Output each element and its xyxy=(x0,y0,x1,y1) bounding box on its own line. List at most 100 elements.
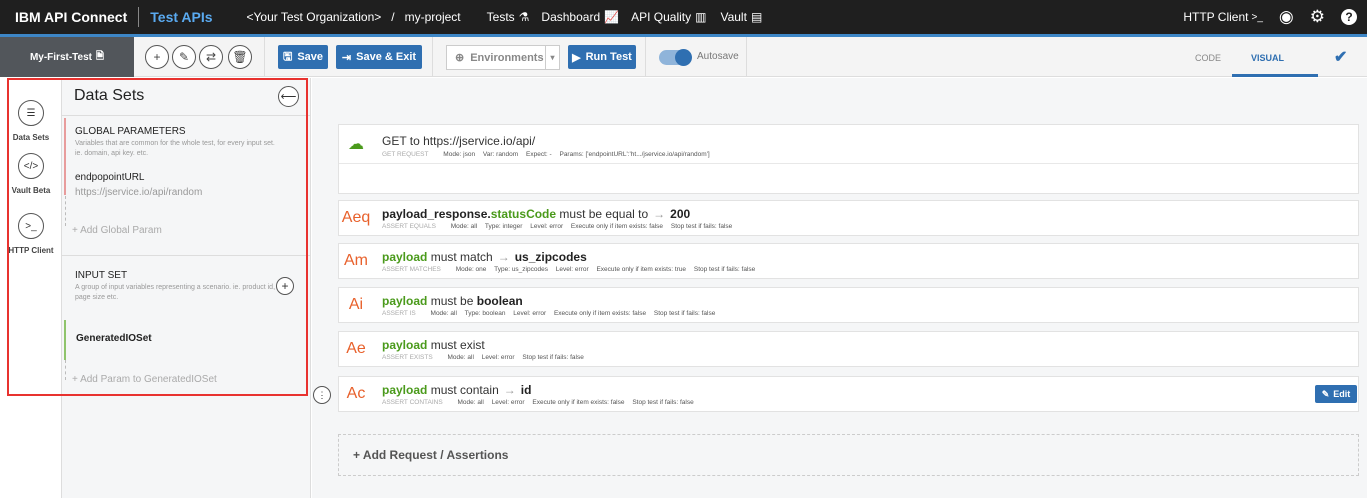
assert-exists-icon: Ae xyxy=(346,340,366,357)
assert-is-icon: Ai xyxy=(348,296,364,313)
arrow-right-icon: → xyxy=(653,207,666,221)
autosave-toggle[interactable] xyxy=(659,49,692,66)
swap-steps-button[interactable]: ⇄ xyxy=(199,45,223,69)
active-tab-indicator xyxy=(1232,74,1318,77)
list-icon: ☰ xyxy=(18,100,44,126)
editor-toolbar: My-First-Test 🗎 + ✎ ⇄ 🗑 🖫 Save ⇥ Save & Ex… xyxy=(0,37,1367,77)
help-icon[interactable]: ? xyxy=(1341,9,1357,25)
assertion-card-is[interactable]: Ai payload must be boolean ASSERT IS Mod… xyxy=(338,287,1359,323)
global-params-heading: GLOBAL PARAMETERS xyxy=(75,126,186,137)
assertion-meta: ASSERT EXISTS Mode: all Level: error Sto… xyxy=(382,354,584,361)
user-icon[interactable]: ◉ xyxy=(1279,7,1294,27)
assertion-card-matches[interactable]: Am payload must match → us_zipcodes ASSERT… xyxy=(338,243,1359,279)
rail-item-http-client[interactable]: >_ HTTP Client xyxy=(0,213,62,255)
arrow-left-icon: ⟵ xyxy=(280,91,297,103)
terminal-icon: >_ xyxy=(1251,11,1263,23)
input-set-description: A group of input variables representing … xyxy=(75,284,276,301)
assertion-meta: ASSERT MATCHES Mode: one Type: us_zipcod… xyxy=(382,266,756,273)
add-step-button[interactable]: + xyxy=(145,45,169,69)
add-global-param-link[interactable]: + Add Global Param xyxy=(72,225,162,236)
check-icon[interactable]: ✔ xyxy=(1334,47,1347,67)
visual-editor-canvas: ☁ GET to https://jservice.io/api/ GET RE… xyxy=(312,78,1367,498)
trash-icon: 🗑 xyxy=(232,50,248,64)
brand-divider xyxy=(138,7,140,27)
environments-select[interactable]: ⊕ Environments ▾ xyxy=(446,45,560,70)
edit-button[interactable]: ✎ Edit xyxy=(1315,385,1357,403)
assertion-meta: ASSERT CONTAINS Mode: all Level: error E… xyxy=(382,399,694,406)
divider xyxy=(62,115,311,116)
add-request-assertions-button[interactable]: + Add Request / Assertions xyxy=(338,434,1359,476)
nav-api-quality[interactable]: API Quality ▥ xyxy=(631,10,706,24)
section-accent-bar xyxy=(64,118,66,195)
collapse-panel-button[interactable]: ⟵ xyxy=(278,86,299,107)
global-param-key[interactable]: endpopointURL xyxy=(75,172,145,183)
global-param-value[interactable]: https://jservice.io/api/random xyxy=(75,187,202,198)
nav-tests[interactable]: Tests ⚗ xyxy=(487,10,530,24)
data-sets-panel: Data Sets ⟵ GLOBAL PARAMETERS Variables … xyxy=(62,78,311,498)
assertion-title: payload must contain → id xyxy=(382,383,532,397)
add-input-set-button[interactable]: + xyxy=(276,277,294,295)
rail-item-data-sets[interactable]: ☰ Data Sets xyxy=(0,100,62,142)
save-button[interactable]: 🖫 Save xyxy=(278,45,328,69)
autosave-label: Autosave xyxy=(697,51,739,62)
assert-matches-icon: Am xyxy=(344,252,368,269)
chart-line-icon: 📈 xyxy=(604,10,620,24)
input-set-accent-bar xyxy=(64,320,66,360)
divider xyxy=(62,255,311,256)
global-params-description: Variables that are common for the whole … xyxy=(75,140,275,157)
flask-icon: ⚗ xyxy=(518,10,530,24)
assertion-title: payload must exist xyxy=(382,338,485,352)
request-meta: GET REQUEST Mode: json Var: random Expec… xyxy=(382,151,710,158)
org-selector[interactable]: <Your Test Organization> xyxy=(247,10,382,24)
input-set-name[interactable]: GeneratedIOSet xyxy=(76,333,152,344)
request-title: GET to https://jservice.io/api/ xyxy=(382,134,536,148)
rail-item-vault-beta[interactable]: </> Vault Beta xyxy=(0,153,62,195)
save-icon: 🖫 xyxy=(282,50,293,63)
request-card[interactable]: ☁ GET to https://jservice.io/api/ GET RE… xyxy=(338,124,1359,194)
pencil-icon: ✎ xyxy=(1321,388,1330,399)
delete-step-button[interactable]: 🗑 xyxy=(228,45,252,69)
globe-icon: ⊕ xyxy=(455,52,465,64)
divider xyxy=(339,163,1358,164)
input-set-heading: INPUT SET xyxy=(75,270,128,281)
more-options-icon[interactable]: ⋮ xyxy=(313,386,331,404)
http-client-toggle[interactable]: HTTP Client >_ xyxy=(1183,10,1263,24)
top-navbar: IBM API Connect Test APIs <Your Test Org… xyxy=(0,0,1367,34)
gear-icon[interactable]: ⚙ xyxy=(1310,7,1325,27)
assertion-title: payload must match → us_zipcodes xyxy=(382,250,587,264)
terminal-icon: >_ xyxy=(18,213,44,239)
project-selector[interactable]: my-project xyxy=(405,10,461,24)
play-icon: ▶ xyxy=(572,51,581,64)
add-param-to-set-link[interactable]: + Add Param to GeneratedIOSet xyxy=(72,374,217,385)
nav-dashboard[interactable]: Dashboard 📈 xyxy=(541,10,619,24)
nav-vault[interactable]: Vault ▤ xyxy=(720,10,762,24)
assertion-card-contains[interactable]: Ac payload must contain → id ASSERT CONTAI… xyxy=(338,376,1359,412)
assertion-card-equals[interactable]: Aeq payload_response.statusCode must be … xyxy=(338,200,1359,236)
breadcrumb-separator: / xyxy=(391,10,395,24)
tab-visual[interactable]: VISUAL xyxy=(1251,53,1284,63)
test-name-tab[interactable]: My-First-Test 🗎 xyxy=(0,37,134,77)
brand-label[interactable]: IBM API Connect xyxy=(15,9,127,25)
chevron-down-icon: ▾ xyxy=(545,46,559,69)
bar-chart-icon: ▥ xyxy=(695,10,707,24)
run-test-button[interactable]: ▶ Run Test xyxy=(568,45,636,69)
product-label[interactable]: Test APIs xyxy=(150,9,212,25)
toggle-knob xyxy=(675,49,692,66)
assertion-card-exists[interactable]: Ae payload must exist ASSERT EXISTS Mode… xyxy=(338,331,1359,367)
edit-step-button[interactable]: ✎ xyxy=(172,45,196,69)
panel-title: Data Sets xyxy=(74,87,145,104)
document-icon: 🗎 xyxy=(96,50,105,62)
assertion-title: payload must be boolean xyxy=(382,294,523,308)
cloud-download-icon: ☁ xyxy=(348,136,364,153)
assert-equals-icon: Aeq xyxy=(341,209,371,226)
save-exit-button[interactable]: ⇥ Save & Exit xyxy=(336,45,422,69)
tab-code[interactable]: CODE xyxy=(1195,53,1221,63)
assertion-meta: ASSERT EQUALS Mode: all Type: integer Le… xyxy=(382,223,733,230)
arrow-right-icon: → xyxy=(497,250,510,264)
tree-connector xyxy=(65,360,66,380)
arrow-right-icon: → xyxy=(503,383,516,397)
assert-contains-icon: Ac xyxy=(346,385,366,402)
code-icon: </> xyxy=(18,153,44,179)
assertion-meta: ASSERT IS Mode: all Type: boolean Level:… xyxy=(382,310,716,317)
swap-icon: ⇄ xyxy=(205,50,217,64)
